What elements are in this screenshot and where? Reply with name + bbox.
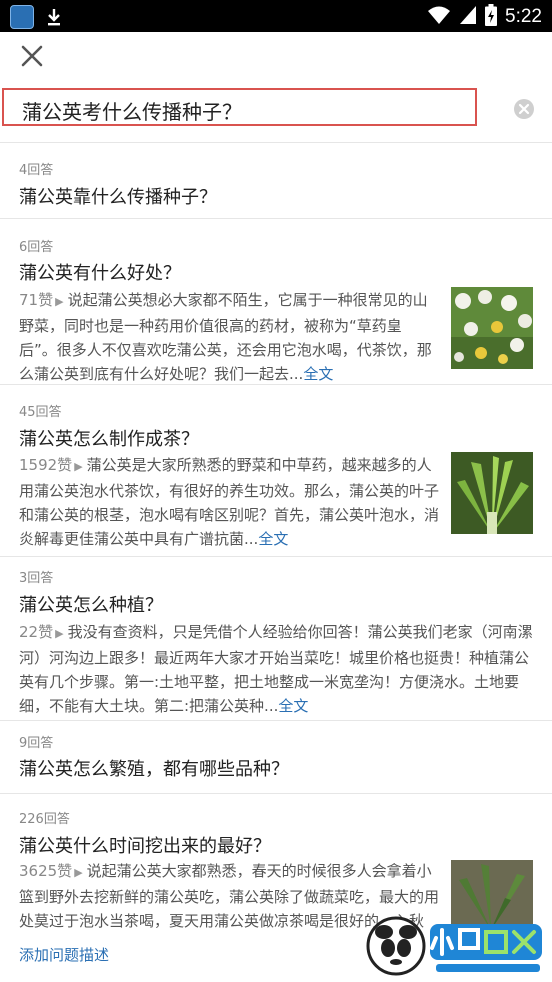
answer-count: 45回答: [19, 405, 62, 420]
answer-count: 226回答: [19, 812, 70, 827]
wifi-icon: [427, 5, 451, 29]
dandelion-field-image: [451, 287, 533, 369]
battery-icon: [485, 4, 498, 30]
download-icon: [46, 7, 62, 27]
read-more-link[interactable]: 全文: [278, 697, 308, 715]
dandelion-plant-image: [451, 452, 533, 534]
divider: [0, 556, 552, 557]
clear-icon: [518, 103, 530, 115]
question-title[interactable]: 蒲公英有什么好处？: [19, 259, 181, 285]
answer-count: 4回答: [19, 163, 54, 178]
play-arrow-icon: ▶: [74, 460, 83, 473]
play-arrow-icon: ▶: [55, 295, 64, 308]
clock: 5:22: [505, 6, 542, 27]
search-query-text: 蒲公英考什么传播种子？: [22, 100, 242, 124]
answer-count: 3回答: [19, 571, 54, 586]
close-icon: [21, 45, 43, 67]
answer-excerpt: 71赞 ▶ 说起蒲公英想必大家都不陌生，它属于一种很常见的山野菜，同时也是一种药用价…: [19, 288, 439, 386]
add-question-description-link[interactable]: 添加问题描述: [19, 944, 109, 965]
excerpt-text: 我没有查资料，只是凭借个人经验给你回答！蒲公英我们老家（河南漯河）河沟边上跟多！…: [19, 623, 533, 715]
read-more-link[interactable]: 全文: [303, 365, 333, 383]
signal-icon: [459, 5, 477, 29]
like-count: 3625赞: [19, 862, 73, 880]
question-title[interactable]: 蒲公英怎么种植？: [19, 591, 163, 617]
divider: [0, 720, 552, 721]
divider: [0, 793, 552, 794]
question-title[interactable]: 蒲公英什么时间挖出来的最好？: [19, 832, 271, 858]
answer-count: 9回答: [19, 736, 54, 751]
site-watermark-logo: [356, 912, 546, 978]
divider: [0, 384, 552, 385]
question-title[interactable]: 蒲公英怎么制作成茶？: [19, 425, 199, 451]
question-title[interactable]: 蒲公英怎么繁殖，都有哪些品种？: [19, 755, 289, 781]
like-count: 1592赞: [19, 456, 73, 474]
answer-count: 6回答: [19, 240, 54, 255]
play-arrow-icon: ▶: [55, 627, 64, 640]
status-bar: 5:22: [0, 0, 552, 32]
excerpt-text: 说起蒲公英想必大家都不陌生，它属于一种很常见的山野菜，同时也是一种药用价值很高的…: [19, 291, 432, 383]
like-count: 71赞: [19, 291, 54, 309]
answer-excerpt: 1592赞 ▶ 蒲公英是大家所熟悉的野菜和中草药，越来越多的人用蒲公英泡水代茶饮，有…: [19, 453, 439, 551]
divider: [0, 218, 552, 219]
divider: [0, 142, 552, 143]
app-notification-icon: [10, 5, 34, 29]
close-button[interactable]: [18, 42, 46, 70]
read-more-link[interactable]: 全文: [258, 530, 288, 548]
play-arrow-icon: ▶: [74, 866, 83, 879]
clear-search-button[interactable]: [514, 99, 534, 119]
like-count: 22赞: [19, 623, 54, 641]
search-input[interactable]: 蒲公英考什么传播种子？: [2, 88, 477, 126]
answer-excerpt: 22赞 ▶ 我没有查资料，只是凭借个人经验给你回答！蒲公英我们老家（河南漯河）河沟边…: [19, 620, 534, 718]
question-title[interactable]: 蒲公英靠什么传播种子？: [19, 183, 217, 209]
